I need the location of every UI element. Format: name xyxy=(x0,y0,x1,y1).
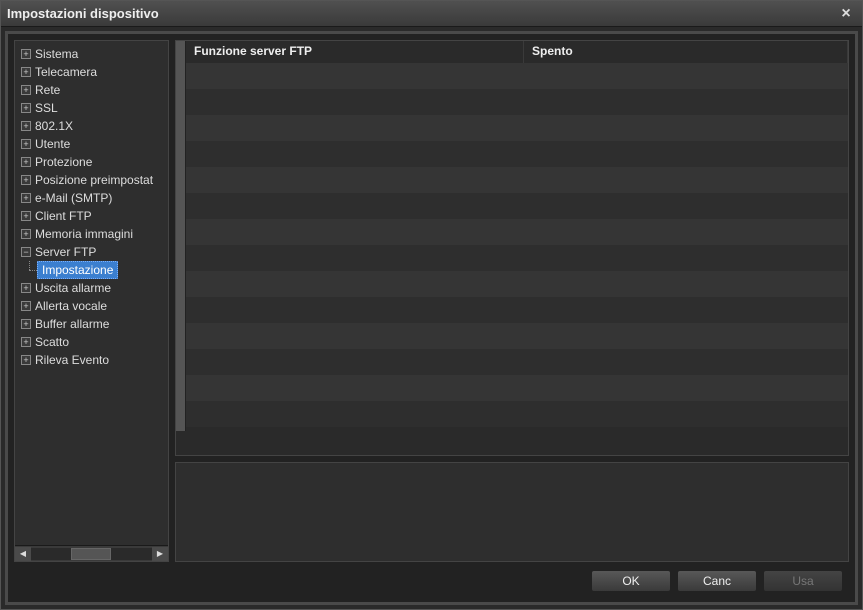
expand-icon[interactable]: + xyxy=(21,355,31,365)
expand-icon[interactable]: + xyxy=(21,337,31,347)
expand-icon[interactable]: + xyxy=(21,157,31,167)
sidebar-item-label: 802.1X xyxy=(35,119,73,133)
sidebar-item-label: Uscita allarme xyxy=(35,281,111,295)
nav-sidebar: +Sistema+Telecamera+Rete+SSL+802.1X+Uten… xyxy=(14,40,169,562)
scroll-right-icon[interactable]: ▶ xyxy=(152,547,168,561)
grid-vscroll[interactable] xyxy=(176,41,186,431)
sidebar-item[interactable]: + Memoria immagini xyxy=(17,225,166,243)
collapse-icon[interactable]: − xyxy=(21,247,31,257)
expand-icon[interactable]: + xyxy=(21,229,31,239)
sidebar-item-label: Protezione xyxy=(35,155,92,169)
table-row[interactable] xyxy=(186,297,848,323)
sidebar-item[interactable]: + Scatto xyxy=(17,333,166,351)
cancel-button[interactable]: Canc xyxy=(677,570,757,592)
sidebar-item[interactable]: + Telecamera xyxy=(17,63,166,81)
sidebar-item[interactable]: −Server FTP xyxy=(17,243,166,261)
grid-vscroll-thumb[interactable] xyxy=(176,41,185,431)
sidebar-child-label: Impostazione xyxy=(37,261,118,279)
expand-icon[interactable]: + xyxy=(21,211,31,221)
expand-icon[interactable]: + xyxy=(21,67,31,77)
expand-icon[interactable]: + xyxy=(21,121,31,131)
sidebar-item-label: Memoria immagini xyxy=(35,227,133,241)
grid-header-row: Funzione server FTP Spento xyxy=(186,41,848,63)
scroll-left-icon[interactable]: ◀ xyxy=(15,547,31,561)
sidebar-item[interactable]: + Client FTP xyxy=(17,207,166,225)
detail-panel xyxy=(175,462,849,562)
sidebar-item[interactable]: + Rileva Evento xyxy=(17,351,166,369)
window-title: Impostazioni dispositivo xyxy=(7,6,836,21)
sidebar-item-label: Sistema xyxy=(35,47,78,61)
table-row[interactable] xyxy=(186,193,848,219)
sidebar-item-label: Scatto xyxy=(35,335,69,349)
table-row[interactable] xyxy=(186,375,848,401)
table-row[interactable] xyxy=(186,63,848,89)
expand-icon[interactable]: + xyxy=(21,319,31,329)
sidebar-item[interactable]: + Utente xyxy=(17,135,166,153)
expand-icon[interactable]: + xyxy=(21,85,31,95)
nav-tree: +Sistema+Telecamera+Rete+SSL+802.1X+Uten… xyxy=(15,41,168,545)
sidebar-item-label: Allerta vocale xyxy=(35,299,107,313)
expand-icon[interactable]: + xyxy=(21,49,31,59)
expand-icon[interactable]: + xyxy=(21,301,31,311)
expand-icon[interactable]: + xyxy=(21,175,31,185)
settings-window: Impostazioni dispositivo × + Sistema + Tele… xyxy=(0,0,863,610)
sidebar-item-label: e-Mail (SMTP) xyxy=(35,191,112,205)
table-row[interactable] xyxy=(186,349,848,375)
sidebar-item[interactable]: + Posizione preimpostat xyxy=(17,171,166,189)
sidebar-item[interactable]: + Uscita allarme xyxy=(17,279,166,297)
sidebar-item-label: Client FTP xyxy=(35,209,92,223)
sidebar-item[interactable]: + Allerta vocale xyxy=(17,297,166,315)
sidebar-item-label: SSL xyxy=(35,101,58,115)
sidebar-item[interactable]: + Buffer allarme xyxy=(17,315,166,333)
table-row[interactable] xyxy=(186,271,848,297)
table-row[interactable] xyxy=(186,219,848,245)
sidebar-item-label: Telecamera xyxy=(35,65,97,79)
sidebar-item-label: Rileva Evento xyxy=(35,353,109,367)
sidebar-item-label: Rete xyxy=(35,83,60,97)
sidebar-item-label: Utente xyxy=(35,137,70,151)
sidebar-item[interactable]: + Sistema xyxy=(17,45,166,63)
sidebar-item[interactable]: +802.1X xyxy=(17,117,166,135)
expand-icon[interactable]: + xyxy=(21,139,31,149)
sidebar-item[interactable]: + Rete xyxy=(17,81,166,99)
table-row[interactable] xyxy=(186,89,848,115)
button-row: OK Canc Usa xyxy=(14,562,849,596)
expand-icon[interactable]: + xyxy=(21,103,31,113)
sidebar-item-label: Server FTP xyxy=(35,245,96,259)
titlebar: Impostazioni dispositivo × xyxy=(1,1,862,27)
grid-header-value: Spento xyxy=(524,41,848,63)
scroll-thumb[interactable] xyxy=(71,548,111,560)
expand-icon[interactable]: + xyxy=(21,193,31,203)
table-row[interactable] xyxy=(186,401,848,427)
sidebar-child-item[interactable]: Impostazione xyxy=(37,261,166,279)
use-button: Usa xyxy=(763,570,843,592)
table-row[interactable] xyxy=(186,141,848,167)
ok-button[interactable]: OK xyxy=(591,570,671,592)
sidebar-item-label: Buffer allarme xyxy=(35,317,109,331)
grid-header-key: Funzione server FTP xyxy=(186,41,524,63)
sidebar-hscroll[interactable]: ◀ ▶ xyxy=(15,545,168,561)
settings-grid: Funzione server FTP Spento xyxy=(175,40,849,456)
expand-icon[interactable]: + xyxy=(21,283,31,293)
sidebar-item[interactable]: + e-Mail (SMTP) xyxy=(17,189,166,207)
table-row[interactable] xyxy=(186,323,848,349)
table-row[interactable] xyxy=(186,115,848,141)
sidebar-item[interactable]: + SSL xyxy=(17,99,166,117)
close-icon[interactable]: × xyxy=(836,4,856,24)
scroll-track[interactable] xyxy=(31,548,152,560)
sidebar-item-label: Posizione preimpostat xyxy=(35,173,153,187)
table-row[interactable] xyxy=(186,167,848,193)
sidebar-item[interactable]: + Protezione xyxy=(17,153,166,171)
table-row[interactable] xyxy=(186,245,848,271)
